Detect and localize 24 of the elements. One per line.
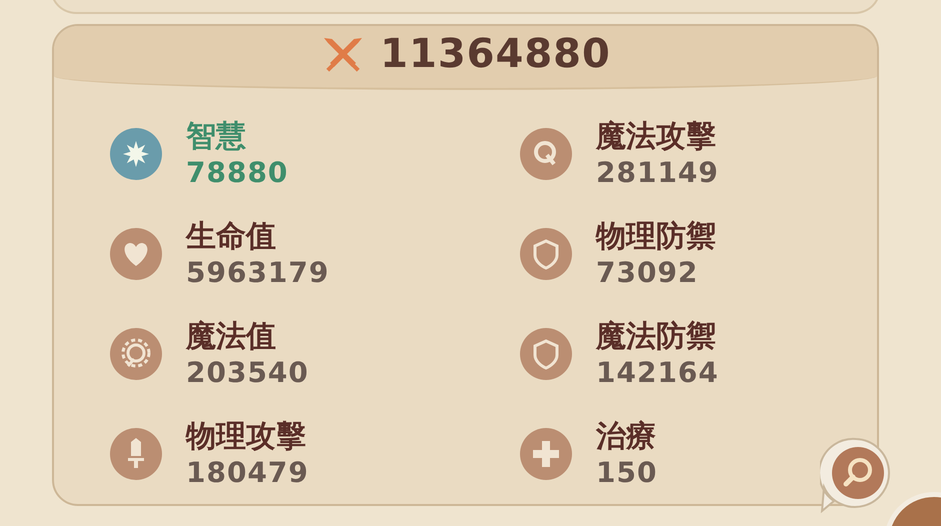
search-button[interactable] (820, 437, 892, 513)
stat-label: 魔法攻擊 (596, 118, 717, 156)
stat-value: 5963179 (186, 255, 330, 290)
stat-label: 生命值 (186, 218, 277, 256)
plus-icon (520, 428, 572, 480)
stat-label: 智慧 (186, 118, 247, 156)
stat-value: 142164 (596, 355, 719, 390)
shield-icon (520, 228, 572, 280)
magic-icon (520, 128, 572, 180)
power-score: 11364880 (380, 31, 611, 77)
stat-value: 203540 (186, 355, 309, 390)
stat-value: 180479 (186, 455, 309, 490)
stat-label: 魔法防禦 (596, 318, 717, 356)
stat-label: 物理防禦 (596, 218, 716, 256)
sun-icon (110, 328, 162, 380)
shield-icon (520, 328, 572, 380)
stat-value: 150 (596, 455, 658, 490)
stat-label: 魔法值 (186, 318, 277, 356)
stat-label: 治療 (596, 418, 657, 456)
stat-value: 78880 (186, 155, 288, 190)
stat-value: 73092 (596, 255, 700, 290)
stat-value: 281149 (596, 155, 719, 190)
stat-label: 物理攻擊 (186, 418, 307, 456)
sword-icon (110, 428, 162, 480)
